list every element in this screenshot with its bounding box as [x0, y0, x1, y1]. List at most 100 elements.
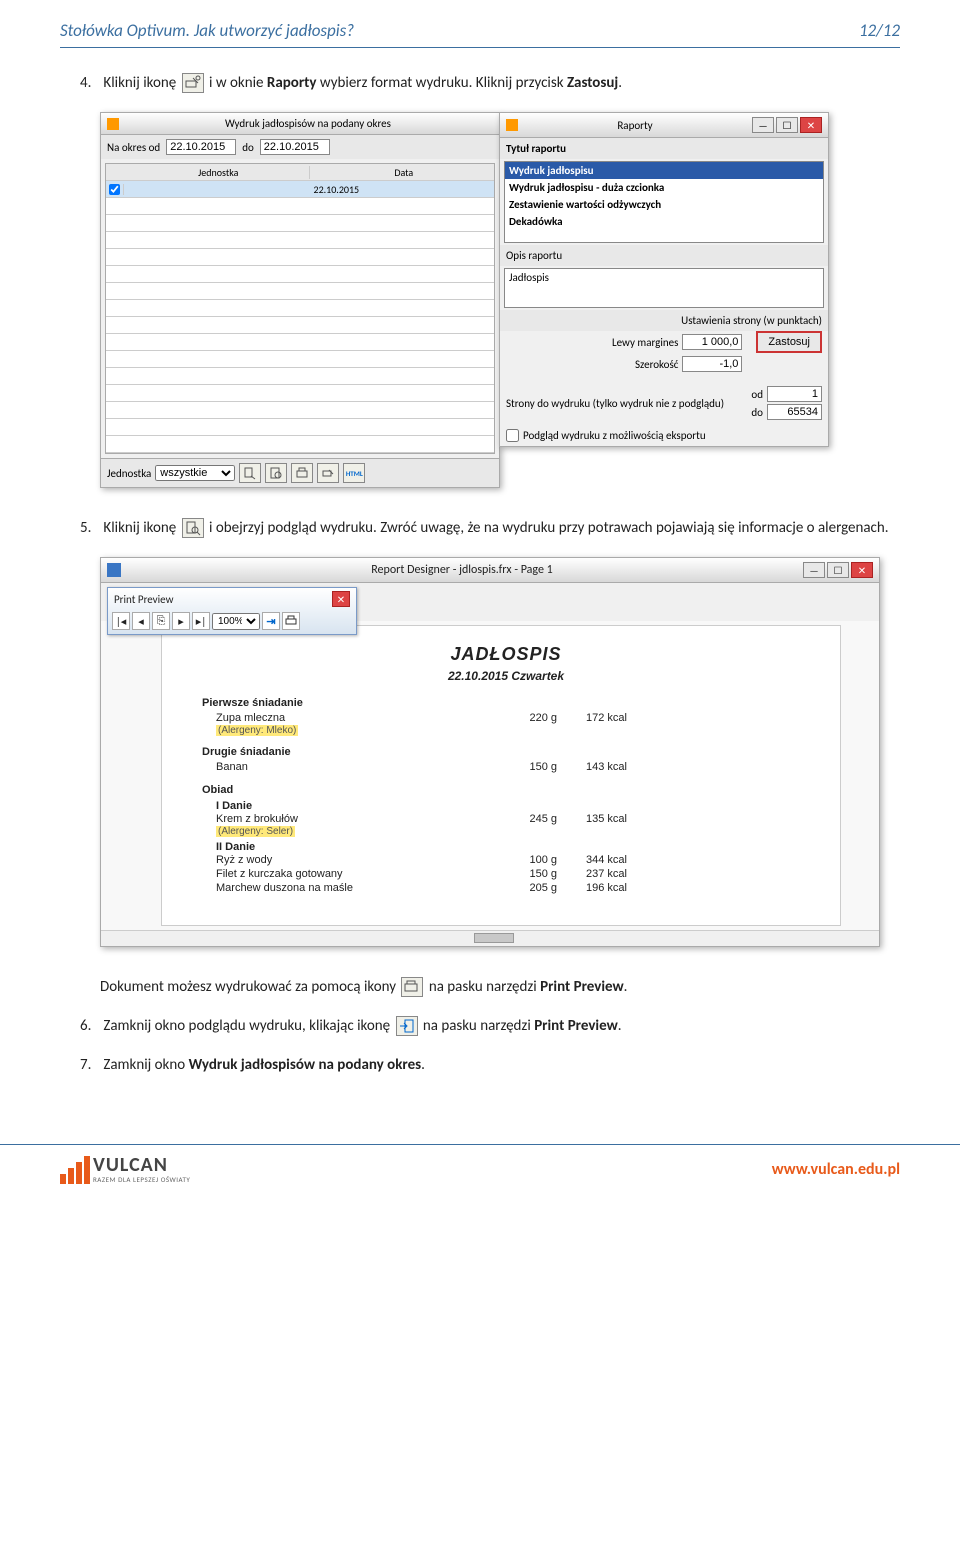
allergen-badge: (Alergeny: Mleko) [216, 725, 298, 736]
list-item[interactable]: Wydruk jadłospisu - duża czcionka [505, 179, 823, 196]
close-icon[interactable]: ✕ [332, 591, 350, 607]
dish-weight: 150 g [502, 868, 557, 880]
print-icon[interactable] [291, 463, 313, 483]
print-preview-title: Print Preview [114, 593, 173, 606]
lewy-margines-input[interactable] [682, 334, 742, 350]
header-rule [60, 47, 900, 48]
dish-name: Zupa mleczna [202, 712, 502, 724]
dish-kcal: 196 kcal [557, 882, 627, 894]
export-label: Podgląd wydruku z możliwością eksportu [523, 429, 706, 442]
zoom-select[interactable]: 100% [212, 613, 260, 630]
list-item[interactable]: Zestawienie wartości odżywczych [505, 196, 823, 213]
close-button[interactable]: ✕ [800, 117, 822, 133]
list-item[interactable]: Dekadówka [505, 213, 823, 230]
window-icon [506, 119, 518, 131]
last-page-icon[interactable]: ▸| [192, 612, 210, 630]
dish-kcal: 172 kcal [557, 712, 627, 724]
strony-label: Strony do wydruku (tylko wydruk nie z po… [506, 397, 745, 410]
print-preview-toolbar: Print Preview ✕ |◂ ◂ ⎘ ▸ ▸| 100% ⇥ [107, 587, 357, 635]
window-raporty-title: Raporty [522, 119, 748, 132]
date-to-input[interactable] [260, 139, 330, 155]
course-heading: I Danie [202, 800, 810, 812]
date-from-label: Na okres od [107, 141, 160, 154]
print-icon[interactable] [282, 612, 300, 630]
printer-hand-icon [182, 73, 204, 93]
allergen-badge: (Alergeny: Seler) [216, 826, 295, 837]
goto-page-icon[interactable]: ⎘ [152, 612, 170, 630]
vulcan-logo: VULCAN RAZEM DLA LEPSZEJ OŚWIATY [60, 1155, 190, 1184]
logo-tagline: RAZEM DLA LEPSZEJ OŚWIATY [93, 1175, 190, 1184]
screenshot-1: Wydruk jadłospisów na podany okres Na ok… [100, 112, 900, 488]
designer-icon [107, 563, 121, 577]
footer-url: www.vulcan.edu.pl [772, 1160, 900, 1179]
dish-name: Marchew duszona na maśle [202, 882, 502, 894]
window-wydruk-title: Wydruk jadłospisów na podany okres [123, 117, 493, 130]
dish-kcal: 135 kcal [557, 813, 627, 825]
do-label: do [751, 406, 763, 419]
grid-row-checkbox[interactable] [109, 184, 120, 195]
window-icon [107, 118, 119, 130]
screenshot-2: Report Designer - jdlospis.frx - Page 1 … [100, 557, 880, 947]
step4-text2: i w oknie [209, 74, 267, 92]
szerokosc-input[interactable] [682, 356, 742, 372]
doc-heading: JADŁOSPIS [202, 644, 810, 665]
meal-heading: Obiad [202, 784, 810, 796]
dish-kcal: 237 kcal [557, 868, 627, 880]
dish-weight: 150 g [502, 761, 557, 773]
dish-name: Filet z kurczaka gotowany [202, 868, 502, 880]
step4-text3: wybierz format wydruku. Kliknij przycisk [320, 74, 567, 92]
export-checkbox[interactable] [506, 429, 519, 442]
doc-title: Stołówka Optivum. Jak utworzyć jadłospis… [60, 20, 354, 41]
ust-head: Ustawienia strony (w punktach) [500, 310, 828, 331]
minimize-button[interactable]: — [803, 562, 825, 578]
meal-heading: Pierwsze śniadanie [202, 697, 810, 709]
zastosuj-button[interactable]: Zastosuj [756, 331, 822, 353]
lewy-margines-label: Lewy margines [512, 336, 678, 349]
step4-btn: Zastosuj [567, 74, 618, 92]
close-button[interactable]: ✕ [851, 562, 873, 578]
search-icon[interactable] [239, 463, 261, 483]
doc-print-note: Dokument możesz wydrukować za pomocą iko… [60, 977, 900, 998]
grid-col-date: Data [310, 166, 495, 179]
units-grid: Jednostka Data 22.10.2015 [105, 163, 495, 454]
dish-name: Ryż z wody [202, 854, 502, 866]
doc-date: 22.10.2015 Czwartek [202, 669, 810, 683]
window-wydruk: Wydruk jadłospisów na podany okres Na ok… [100, 112, 500, 488]
minimize-button[interactable]: — [752, 117, 774, 133]
opis-label: Opis raportu [500, 245, 828, 266]
dish-weight: 245 g [502, 813, 557, 825]
dish-name: Banan [202, 761, 502, 773]
maximize-button[interactable]: ☐ [776, 117, 798, 133]
do-input[interactable] [767, 404, 822, 420]
step4-winname: Raporty [267, 74, 317, 92]
date-from-input[interactable] [166, 139, 236, 155]
prev-page-icon[interactable]: ◂ [132, 612, 150, 630]
close-preview-icon[interactable]: ⇥ [262, 612, 280, 630]
step-5: 5. Kliknij ikonę i obejrzyj podgląd wydr… [60, 518, 900, 539]
list-item[interactable]: Wydruk jadłospisu [505, 162, 823, 179]
od-input[interactable] [767, 386, 822, 402]
maximize-button[interactable]: ☐ [827, 562, 849, 578]
html-button[interactable]: HTML [343, 463, 365, 483]
horizontal-scrollbar[interactable] [101, 930, 879, 946]
preview-icon[interactable] [265, 463, 287, 483]
next-page-icon[interactable]: ▸ [172, 612, 190, 630]
szerokosc-label: Szerokość [512, 358, 678, 371]
dish-kcal: 344 kcal [557, 854, 627, 866]
window-raporty: Raporty — ☐ ✕ Tytuł raportu Wydruk jadło… [499, 112, 829, 447]
step5-text2: i obejrzyj podgląd wydruku. Zwróć uwagę,… [209, 519, 889, 537]
close-preview-icon [396, 1016, 418, 1036]
date-to-label: do [242, 141, 254, 154]
dish-weight: 220 g [502, 712, 557, 724]
step-6: 6. Zamknij okno podglądu wydruku, klikaj… [60, 1016, 900, 1037]
page-number: 12/12 [859, 20, 900, 41]
section-tytul: Tytuł raportu [500, 138, 828, 159]
unit-select[interactable]: wszystkie [155, 465, 235, 481]
step4-text1: Kliknij ikonę [103, 74, 179, 92]
first-page-icon[interactable]: |◂ [112, 612, 130, 630]
step-7: 7. Zamknij okno Wydruk jadłospisów na po… [60, 1055, 900, 1076]
preview-page: JADŁOSPIS 22.10.2015 Czwartek Pierwsze ś… [161, 625, 841, 926]
printer-hand-icon[interactable] [317, 463, 339, 483]
grid-row-date: 22.10.2015 [310, 183, 495, 196]
report-list[interactable]: Wydruk jadłospisu Wydruk jadłospisu - du… [504, 161, 824, 243]
